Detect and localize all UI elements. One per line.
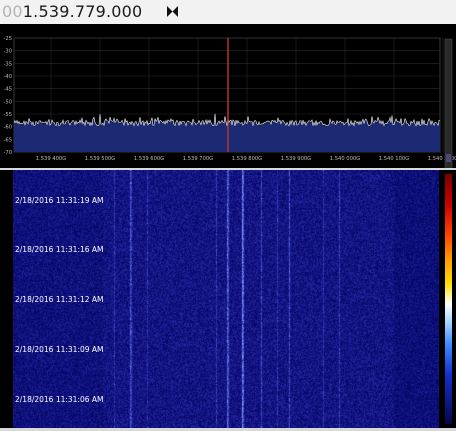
frequency-display[interactable]: 001.539.779.000	[2, 2, 142, 22]
spectrum-x-axis: 1.539 400G 1.539 500G 1.539 600G 1.539 700G…	[36, 156, 456, 162]
y-tick-label: -45	[4, 87, 12, 93]
spectrum-scrollbar[interactable]	[444, 38, 453, 168]
spectrum-y-axis: -25 -30 -35 -40 -45 -50 -55 -60 -65 -70	[4, 36, 12, 156]
y-tick-label: -30	[4, 49, 12, 55]
y-tick-label: -25	[4, 36, 12, 42]
x-tick-label: 1.539 600G	[134, 156, 164, 162]
y-tick-label: -70	[4, 150, 12, 156]
y-tick-label: -60	[4, 125, 12, 131]
x-tick-label: 1.540 100G	[379, 156, 409, 162]
waterfall-panel[interactable]: 2/18/2016 11:31:19 AM 2/18/2016 11:31:16…	[0, 170, 456, 428]
timestamp-label: 2/18/2016 11:31:12 AM	[15, 295, 104, 304]
x-tick-label: 1.539 700G	[183, 156, 213, 162]
bowtie-icon[interactable]	[166, 5, 179, 18]
frequency-ghz-digit: 1	[22, 2, 34, 21]
timestamp-label: 2/18/2016 11:31:19 AM	[15, 196, 104, 205]
y-tick-label: -35	[4, 61, 12, 67]
x-tick-label: 1.539 800G	[232, 156, 262, 162]
y-tick-label: -50	[4, 99, 12, 105]
x-tick-label: 1.539 900G	[281, 156, 311, 162]
frequency-leading-zeros: 00	[2, 2, 23, 21]
frequency-toolbar: 001.539.779.000	[0, 0, 456, 24]
spectrum-panel[interactable]: -25 -30 -35 -40 -45 -50 -55 -60 -65 -70 1.539 400…	[0, 24, 456, 168]
timestamp-label: 2/18/2016 11:31:09 AM	[15, 345, 104, 354]
waterfall-color-scale	[445, 174, 452, 424]
spectrum-plot[interactable]: -25 -30 -35 -40 -45 -50 -55 -60 -65 -70 1.539 400…	[0, 24, 456, 168]
x-tick-label: 1.539 500G	[85, 156, 115, 162]
x-tick-label: 1.539 400G	[36, 156, 66, 162]
y-tick-label: -65	[4, 137, 12, 143]
y-tick-label: -55	[4, 112, 12, 118]
timestamp-label: 2/18/2016 11:31:06 AM	[15, 395, 104, 404]
y-tick-label: -40	[4, 74, 12, 80]
frequency-digits: 539.779.000	[38, 2, 143, 21]
timestamp-label: 2/18/2016 11:31:16 AM	[15, 245, 104, 254]
x-tick-label: 1.540 000G	[330, 156, 360, 162]
spectrum-scroll-thumb[interactable]	[446, 154, 451, 162]
